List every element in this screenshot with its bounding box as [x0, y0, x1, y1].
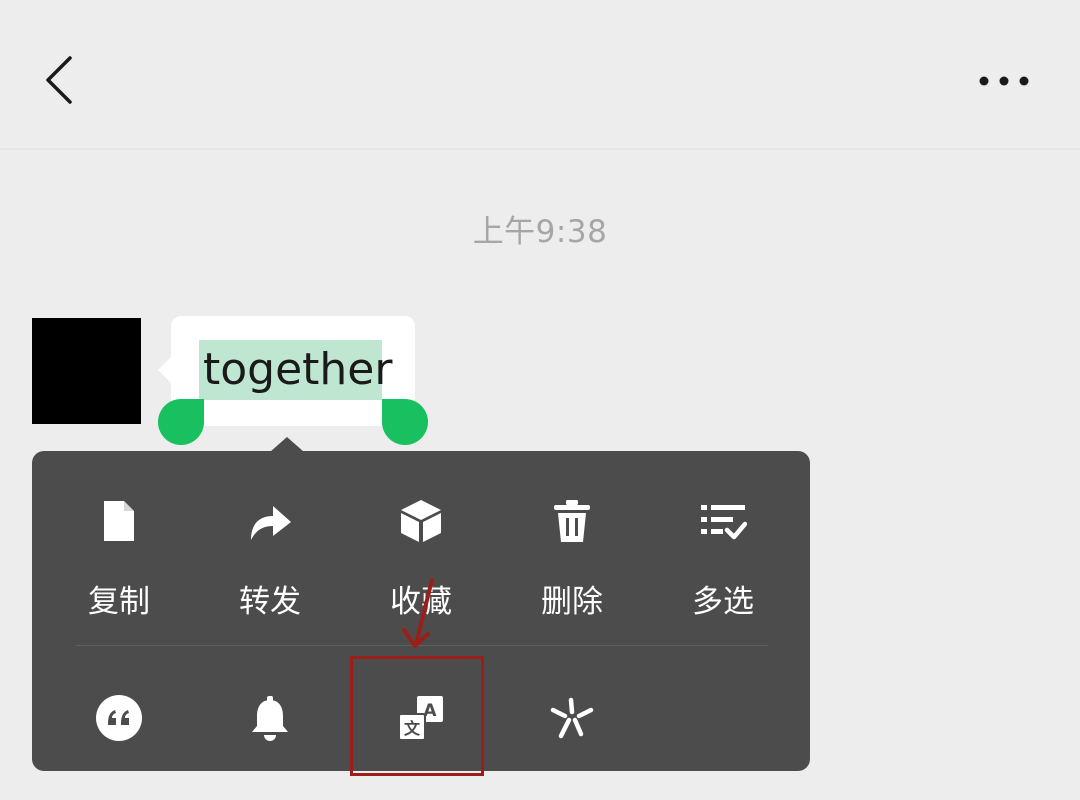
favorite-icon	[401, 500, 441, 542]
bell-icon	[252, 696, 288, 741]
top-bar	[0, 0, 1080, 150]
annotation-arrow-icon	[402, 578, 434, 648]
bubble-tail	[158, 356, 172, 384]
menu-item-label: 转发	[239, 584, 301, 620]
selection-handle-start[interactable]	[158, 399, 204, 445]
annotation-highlight-box	[350, 656, 484, 776]
menu-item-remind[interactable]	[195, 670, 345, 800]
menu-item-label: 复制	[88, 584, 150, 620]
menu-pointer	[270, 437, 304, 452]
menu-item-forward[interactable]: 转发	[195, 470, 345, 620]
top-bar-divider	[0, 148, 1080, 150]
forward-icon	[251, 506, 291, 540]
avatar[interactable]	[32, 318, 141, 424]
menu-item-label: 删除	[541, 584, 603, 620]
menu-item-quote[interactable]	[44, 670, 194, 800]
menu-item-label: 多选	[692, 584, 754, 620]
chevron-left-icon[interactable]	[40, 52, 80, 108]
menu-item-multi-select[interactable]: 多选	[648, 470, 798, 620]
delete-icon	[554, 500, 590, 542]
copy-icon	[104, 501, 134, 541]
menu-item-search[interactable]	[497, 670, 647, 800]
menu-item-copy[interactable]: 复制	[44, 470, 194, 620]
more-dots-icon[interactable]	[976, 66, 1032, 96]
message-text[interactable]: together	[203, 338, 392, 402]
multi-select-icon	[701, 505, 747, 540]
quote-icon	[96, 695, 142, 741]
menu-item-delete[interactable]: 删除	[497, 470, 647, 620]
selection-handle-end[interactable]	[382, 399, 428, 445]
search-icon	[550, 697, 594, 739]
message-timestamp: 上午9:38	[472, 214, 608, 250]
